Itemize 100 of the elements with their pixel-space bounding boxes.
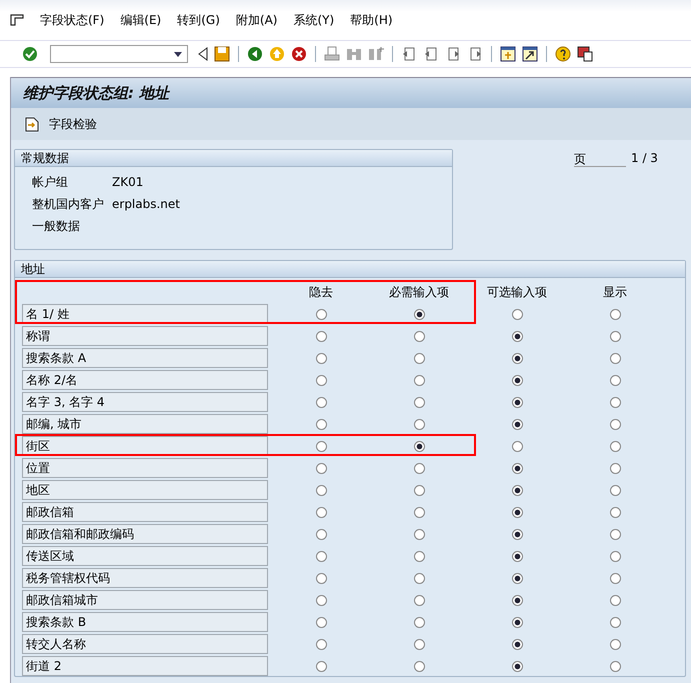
radio-button[interactable] <box>414 616 424 628</box>
field-name: 邮编, 城市 <box>22 414 268 434</box>
radio-button[interactable] <box>610 638 620 650</box>
radio-button[interactable] <box>316 660 326 672</box>
radio-button[interactable] <box>316 374 326 386</box>
radio-button[interactable] <box>316 638 326 650</box>
radio-button[interactable] <box>610 616 620 628</box>
radio-button[interactable] <box>610 440 620 452</box>
menu-item[interactable]: 字段状态(F) <box>40 12 104 28</box>
radio-button[interactable] <box>610 550 620 562</box>
radio-button[interactable] <box>512 308 522 320</box>
radio-button[interactable] <box>610 374 620 386</box>
radio-button[interactable] <box>316 506 326 518</box>
radio-button[interactable] <box>414 374 424 386</box>
radio-button[interactable] <box>414 528 424 540</box>
radio-button[interactable] <box>512 572 522 584</box>
radio-button[interactable] <box>316 308 326 320</box>
field-name: 税务管辖权代码 <box>22 568 268 588</box>
radio-button[interactable] <box>610 594 620 606</box>
field-check-button[interactable]: 字段检验 <box>23 114 99 134</box>
radio-button[interactable] <box>512 660 522 672</box>
radio-button[interactable] <box>512 528 522 540</box>
radio-button[interactable] <box>414 308 424 320</box>
radio-button[interactable] <box>316 396 326 408</box>
radio-button[interactable] <box>512 550 522 562</box>
help-icon[interactable] <box>555 46 571 62</box>
radio-button[interactable] <box>414 660 424 672</box>
print-icon[interactable] <box>324 46 340 62</box>
radio-button[interactable] <box>610 660 620 672</box>
field-name: 搜索条款 A <box>22 348 268 368</box>
document-arrow-icon <box>25 116 39 132</box>
radio-button[interactable] <box>316 528 326 540</box>
menu-item[interactable]: 转到(G) <box>177 12 220 28</box>
radio-button[interactable] <box>414 594 424 606</box>
shortcut-icon[interactable] <box>522 46 538 62</box>
radio-button[interactable] <box>414 506 424 518</box>
column-header: 可选输入项 <box>486 284 548 300</box>
radio-button[interactable] <box>414 440 424 452</box>
radio-button[interactable] <box>316 352 326 364</box>
radio-button[interactable] <box>414 638 424 650</box>
triangle-icon[interactable] <box>198 47 208 61</box>
radio-button[interactable] <box>610 572 620 584</box>
radio-button[interactable] <box>512 418 522 430</box>
cancel-icon[interactable] <box>291 46 307 62</box>
radio-button[interactable] <box>512 396 522 408</box>
radio-button[interactable] <box>316 550 326 562</box>
radio-button[interactable] <box>414 550 424 562</box>
save-icon[interactable] <box>214 46 230 62</box>
menu-item[interactable]: 帮助(H) <box>350 12 393 28</box>
radio-button[interactable] <box>316 418 326 430</box>
radio-button[interactable] <box>610 528 620 540</box>
radio-button[interactable] <box>414 418 424 430</box>
menu-icon[interactable] <box>10 14 24 26</box>
radio-button[interactable] <box>316 484 326 496</box>
radio-button[interactable] <box>610 308 620 320</box>
radio-button[interactable] <box>316 616 326 628</box>
radio-button[interactable] <box>610 330 620 342</box>
field-name: 街区 <box>22 436 268 456</box>
radio-button[interactable] <box>512 638 522 650</box>
radio-button[interactable] <box>414 330 424 342</box>
screen-title: 维护字段状态组: 地址 <box>23 84 170 102</box>
radio-button[interactable] <box>610 418 620 430</box>
radio-button[interactable] <box>414 396 424 408</box>
radio-button[interactable] <box>512 506 522 518</box>
radio-button[interactable] <box>414 352 424 364</box>
radio-button[interactable] <box>512 594 522 606</box>
radio-button[interactable] <box>610 396 620 408</box>
radio-button[interactable] <box>512 374 522 386</box>
radio-button[interactable] <box>316 572 326 584</box>
radio-button[interactable] <box>512 440 522 452</box>
radio-button[interactable] <box>316 330 326 342</box>
dropdown-arrow-icon[interactable] <box>174 52 182 56</box>
radio-button[interactable] <box>610 506 620 518</box>
radio-button[interactable] <box>512 616 522 628</box>
radio-button[interactable] <box>512 352 522 364</box>
radio-button[interactable] <box>512 484 522 496</box>
radio-button[interactable] <box>316 462 326 474</box>
field-label: 一般数据 <box>32 218 81 234</box>
radio-button[interactable] <box>610 352 620 364</box>
radio-button[interactable] <box>414 572 424 584</box>
radio-button[interactable] <box>316 440 326 452</box>
menu-item[interactable]: 附加(A) <box>236 12 278 28</box>
page-icon[interactable] <box>423 46 439 62</box>
radio-button[interactable] <box>512 462 522 474</box>
menu-item[interactable]: 系统(Y) <box>293 12 334 28</box>
command-field[interactable] <box>50 45 188 63</box>
radio-button[interactable] <box>414 484 424 496</box>
field-name: 街道 2 <box>22 656 268 676</box>
check-icon[interactable] <box>22 46 38 62</box>
page-icon[interactable] <box>401 46 417 62</box>
radio-button[interactable] <box>610 484 620 496</box>
field-name: 称谓 <box>22 326 268 346</box>
field-name: 邮政信箱和邮政编码 <box>22 524 268 544</box>
radio-button[interactable] <box>316 594 326 606</box>
radio-button[interactable] <box>610 462 620 474</box>
radio-button[interactable] <box>414 462 424 474</box>
back-icon[interactable] <box>247 46 263 62</box>
radio-button[interactable] <box>512 330 522 342</box>
field-name: 名称 2/名 <box>22 370 268 390</box>
menu-item[interactable]: 编辑(E) <box>120 12 162 28</box>
